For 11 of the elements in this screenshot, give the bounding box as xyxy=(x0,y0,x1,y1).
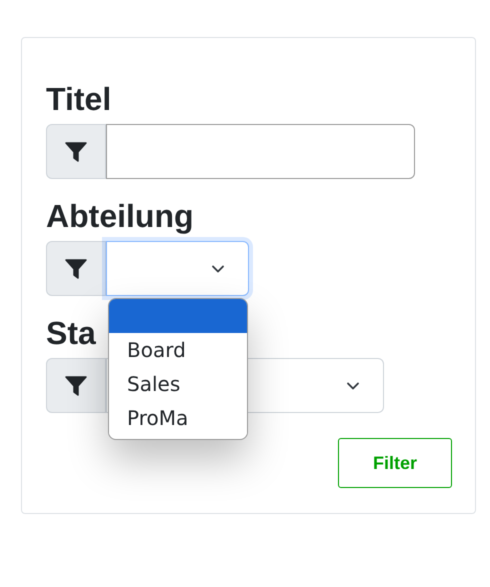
select-field[interactable] xyxy=(106,241,249,296)
field-label: Titel xyxy=(46,80,112,118)
input-field[interactable] xyxy=(106,124,415,179)
field-label: Sta xyxy=(46,314,96,352)
dropdown-option[interactable]: Board xyxy=(109,333,247,367)
filter-icon xyxy=(65,258,87,278)
filter-icon xyxy=(65,142,87,162)
field-label: Abteilung xyxy=(46,197,194,235)
filter-icon xyxy=(65,376,87,396)
dropdown-option[interactable]: Sales xyxy=(109,367,247,401)
dropdown-option[interactable]: ProMa xyxy=(109,401,247,435)
